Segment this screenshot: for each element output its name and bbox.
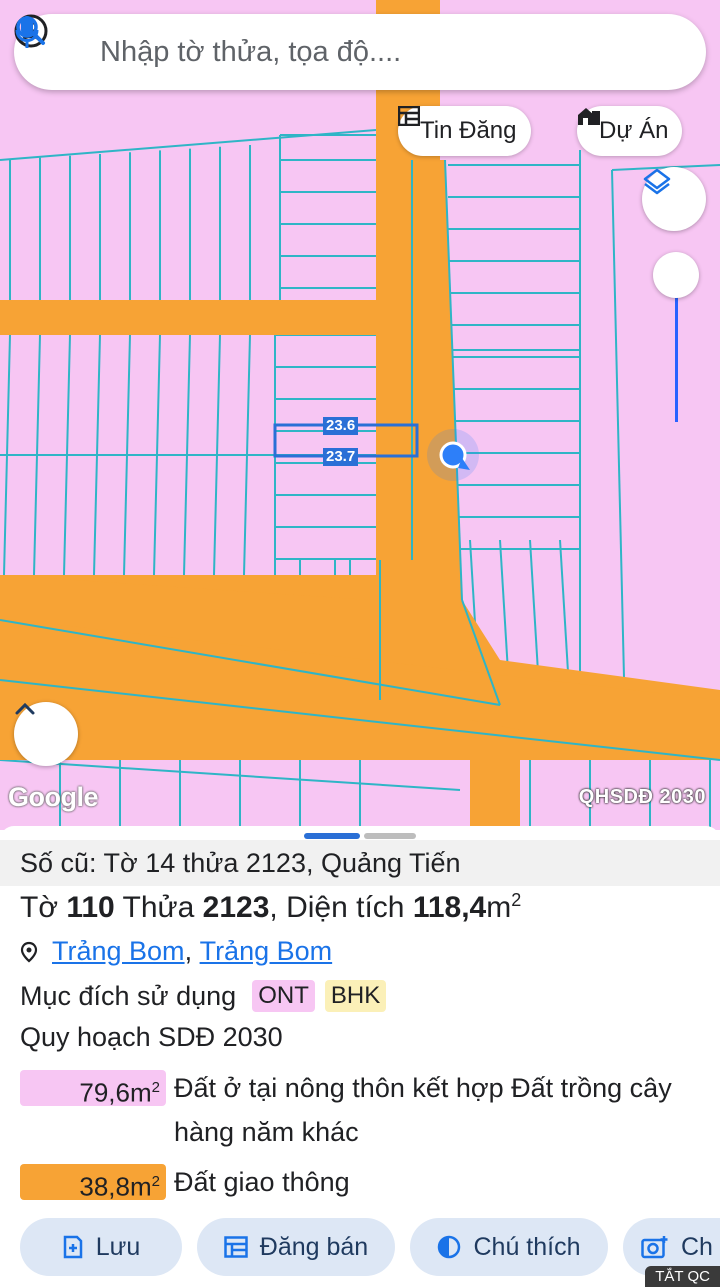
listings-chip-label: Tin Đăng (420, 117, 517, 144)
area-unit-exponent: 2 (511, 890, 522, 910)
bookmark-add-icon (62, 1235, 84, 1259)
add-photo-button-label: Ch (681, 1232, 713, 1261)
ad-toggle[interactable]: TẮT QC (645, 1266, 720, 1287)
listings-chip[interactable]: Tin Đăng (398, 106, 531, 156)
projects-chip[interactable]: Dự Án (577, 106, 683, 156)
google-logo: Google (8, 782, 99, 812)
legend-button-label: Chú thích (473, 1232, 581, 1261)
district-link[interactable]: Trảng Bom (52, 936, 185, 967)
map-layer-label: QHSDĐ 2030 (578, 786, 706, 808)
purpose-tag-ont: ONT (252, 980, 315, 1012)
purpose-row: Mục đích sử dụng ONT BHK (20, 980, 387, 1012)
search-bar (14, 14, 706, 90)
plan-item: 79,6m2 Đất ở tại nông thôn kết hợp Đất t… (20, 1070, 714, 1154)
parcel-number: 2123 (202, 891, 270, 924)
microphone-icon[interactable] (15, 16, 684, 72)
parcel-prefix: Thửa (114, 891, 203, 924)
parcel-title: Tờ 110 Thửa 2123, Diện tích 118,4m2 (20, 890, 521, 925)
purpose-tag-bhk: BHK (324, 980, 387, 1012)
expand-button[interactable] (14, 702, 78, 766)
sheet-number: 110 (66, 891, 115, 924)
projects-chip-label: Dự Án (599, 117, 669, 144)
plan-item-area: 38,8m2 (20, 1164, 166, 1202)
location-separator: , (184, 936, 200, 966)
zoom-slider-track[interactable] (675, 280, 678, 422)
listing-icon (224, 1236, 248, 1258)
area-prefix: , Diện tích (269, 891, 413, 924)
plan-item: 38,8m2 Đất giao thông (20, 1164, 714, 1204)
plan-item-desc: Đất giao thông (174, 1167, 350, 1197)
legend-button[interactable]: Chú thích (410, 1218, 608, 1276)
sheet-page-indicator-active[interactable] (304, 833, 360, 839)
location-pin-icon (20, 941, 38, 963)
dimension-label-top: 23.6 (323, 417, 359, 435)
plan-title: Quy hoạch SDĐ 2030 (20, 1022, 283, 1052)
contrast-icon (437, 1235, 461, 1259)
parcel-info-sheet: Số cũ: Tờ 14 thửa 2123, Quảng Tiến Tờ 11… (0, 826, 720, 1287)
map-view[interactable]: 23.6 23.7 Tin Đăng Dự Án (0, 0, 720, 830)
add-photo-icon (641, 1235, 669, 1259)
sheet-prefix: Tờ (20, 891, 67, 924)
post-sale-button-label: Đăng bán (259, 1232, 369, 1261)
zoom-slider-thumb[interactable] (653, 252, 699, 298)
save-button[interactable]: Lưu (20, 1218, 182, 1276)
province-link[interactable]: Trảng Bom (200, 936, 333, 967)
search-input[interactable] (98, 34, 582, 70)
plan-item-desc: Đất ở tại nông thôn kết hợp Đất trồng câ… (174, 1073, 672, 1147)
area-value: 118,4 (412, 891, 487, 924)
location-row: Trảng Bom, Trảng Bom (20, 936, 332, 967)
area-unit: m (486, 891, 512, 924)
purpose-label: Mục đích sử dụng (20, 980, 237, 1011)
dimension-label-bottom: 23.7 (323, 448, 359, 466)
sheet-page-indicator[interactable] (364, 833, 416, 839)
old-parcel-info: Số cũ: Tờ 14 thửa 2123, Quảng Tiến (0, 840, 720, 886)
layers-button[interactable] (642, 167, 706, 231)
save-button-label: Lưu (95, 1232, 141, 1261)
post-sale-button[interactable]: Đăng bán (197, 1218, 395, 1276)
plan-item-area: 79,6m2 (20, 1070, 166, 1108)
search-icon[interactable] (16, 16, 622, 72)
